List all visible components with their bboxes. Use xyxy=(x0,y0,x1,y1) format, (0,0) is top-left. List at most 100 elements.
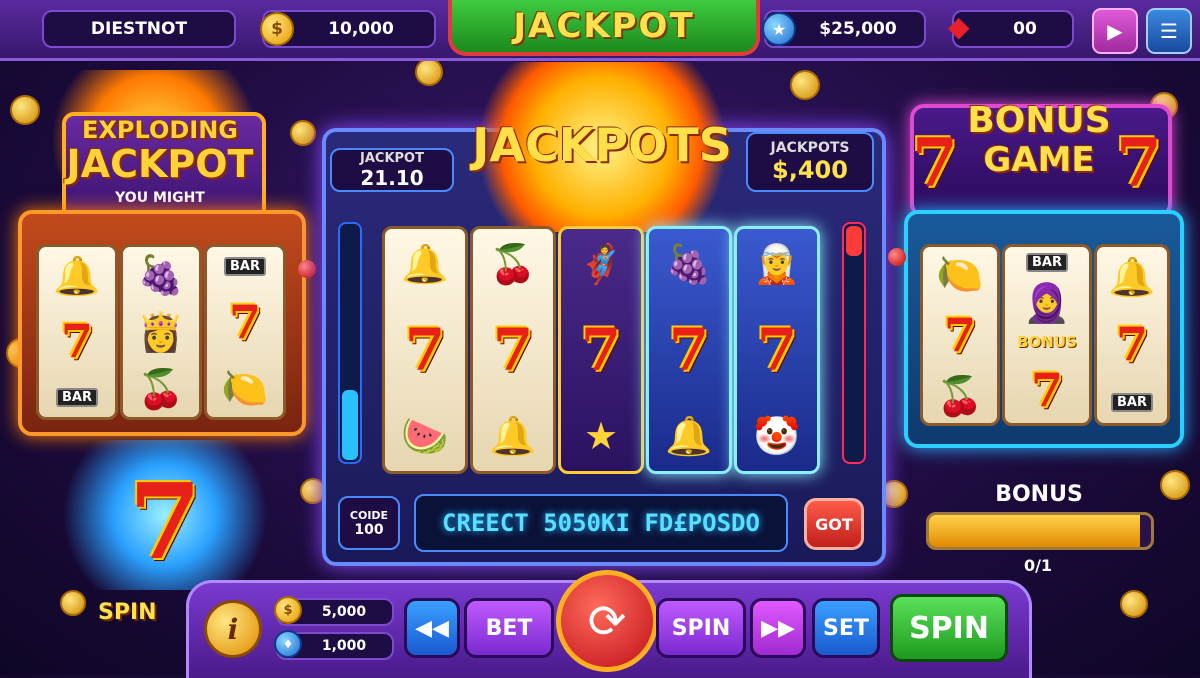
seven-symbol-left: 7 xyxy=(912,124,958,202)
seven-symbol: 7 xyxy=(580,315,622,384)
center-reel-5: 🧝 7 🤡 xyxy=(734,226,820,474)
spin-label-left: SPIN xyxy=(98,600,157,625)
meter-label: JACKPOTS xyxy=(770,140,850,156)
lemon-icon: 🍋 xyxy=(221,366,269,411)
info-icon: i xyxy=(227,612,239,646)
right-meter-fill xyxy=(846,226,862,256)
bell-icon: 🔔 xyxy=(489,413,537,458)
prize-value: $25,000 xyxy=(819,19,897,39)
menu-button[interactable]: ☰ xyxy=(1146,8,1192,54)
gold-coin-icon xyxy=(790,70,820,100)
seven-symbol: 7 xyxy=(756,315,798,384)
cherries-icon: 🍒 xyxy=(489,242,537,287)
left-reel-2: 🍇 👸 🍒 xyxy=(120,244,202,420)
gold-coin-icon xyxy=(60,590,86,616)
video-camera-icon: ▶ xyxy=(1107,19,1123,43)
right-reel-1: 🍋 7 🍒 xyxy=(920,244,1000,426)
you-might-text: YOU MIGHT xyxy=(115,190,205,206)
spin-small-label: SPIN xyxy=(671,615,731,641)
left-jackpot-meter: JACKPOT 21.10 xyxy=(330,148,454,192)
bonus-label: BONUS xyxy=(995,482,1083,507)
jackpot-banner: JACKPOT xyxy=(448,0,760,56)
seven-symbol: 7 xyxy=(943,307,976,362)
seven-symbol: 7 xyxy=(60,314,93,369)
code-value: 100 xyxy=(354,521,384,538)
spin-button[interactable]: SPIN xyxy=(890,594,1008,662)
seven-symbol: 7 xyxy=(492,315,534,384)
right-jackpot-meter: JACKPOTS $,400 xyxy=(746,132,874,192)
bet-amount: 5,000 xyxy=(321,604,367,620)
set-button[interactable]: SET xyxy=(812,598,880,658)
coin-balance: 10,000 xyxy=(328,19,394,39)
bonus-title: BONUS xyxy=(967,100,1111,141)
right-side-meter xyxy=(842,222,866,464)
got-button[interactable]: GOT xyxy=(804,498,864,550)
center-reel-1: 🔔 7 🍉 xyxy=(382,226,468,474)
set-label: SET xyxy=(823,615,869,641)
gem-icon: ◆ xyxy=(948,10,970,43)
gold-coin-icon xyxy=(415,58,443,86)
left-reel-3: BAR 7 🍋 xyxy=(204,244,286,420)
player-name: DIESTNOT xyxy=(90,19,188,39)
token-icon: ♦ xyxy=(274,630,302,658)
marquee-text: CREECT 5050KI FD£POSDO xyxy=(442,509,760,537)
big-seven: 7 xyxy=(128,460,202,583)
left-meter-fill xyxy=(342,390,358,460)
bet-button[interactable]: BET xyxy=(464,598,554,658)
cherries-icon: 🍒 xyxy=(936,374,984,419)
gem-count: 00 xyxy=(1013,19,1037,39)
watermelon-icon: 🍉 xyxy=(401,413,449,458)
lemon-icon: 🍋 xyxy=(936,251,984,296)
video-button[interactable]: ▶ xyxy=(1092,8,1138,54)
auto-spin-button[interactable]: ⟳ xyxy=(556,570,658,672)
star-icon: ★ xyxy=(762,12,796,46)
bonus-progress-fill xyxy=(929,515,1140,547)
right-reel-3: 🔔 7 BAR xyxy=(1094,244,1170,426)
jester-character-icon: 🤡 xyxy=(753,413,801,458)
seven-symbol: 7 xyxy=(1115,317,1148,372)
character-icon: 👸 xyxy=(137,309,185,354)
grapes-icon: 🍇 xyxy=(665,242,713,287)
seven-symbol-right: 7 xyxy=(1116,124,1162,202)
gems-pill: ◆ 00 xyxy=(948,10,1074,48)
seven-symbol: 7 xyxy=(668,315,710,384)
game-title: GAME xyxy=(983,140,1095,180)
gold-coin-icon xyxy=(290,120,316,146)
sorceress-character-icon: 🧝 xyxy=(753,242,801,287)
bell-icon: 🔔 xyxy=(1108,254,1156,299)
bet-label: BET xyxy=(485,615,533,641)
spin-small-button[interactable]: SPIN xyxy=(656,598,746,658)
fast-forward-button[interactable]: ▶▶ xyxy=(750,598,806,658)
fast-forward-icon: ▶▶ xyxy=(761,615,795,641)
bar-symbol: BAR xyxy=(56,388,98,408)
prize-pill: ★ $25,000 xyxy=(762,10,926,48)
lever-knob[interactable] xyxy=(298,260,316,278)
seven-symbol: 7 xyxy=(228,295,261,350)
bonus-progress-bar xyxy=(926,512,1154,550)
info-button[interactable]: i xyxy=(204,600,262,658)
grapes-icon: 🍇 xyxy=(137,253,185,298)
gold-coin-icon xyxy=(1160,470,1190,500)
bell-icon: 🔔 xyxy=(665,413,713,458)
warrior-character-icon: 🦸 xyxy=(577,242,625,287)
bar-symbol: BAR xyxy=(1111,393,1153,413)
lines-amount: 1,000 xyxy=(321,638,367,654)
bell-icon: 🔔 xyxy=(53,253,101,298)
meter-value: 21.10 xyxy=(360,165,424,190)
meter-value: $,400 xyxy=(772,156,848,184)
star-gem-icon: ★ xyxy=(583,413,619,458)
cherries-icon: 🍒 xyxy=(137,366,185,411)
rewind-button[interactable]: ◀◀ xyxy=(404,598,460,658)
character-icon: 🧕 xyxy=(1023,280,1071,325)
seven-symbol: 7 xyxy=(1030,363,1063,418)
seven-symbol: 7 xyxy=(404,315,446,384)
right-reel-2: BAR 🧕 BONUS 7 xyxy=(1002,244,1092,426)
lines-amount-pill: ♦ 1,000 xyxy=(274,630,394,660)
player-name-pill: DIESTNOT xyxy=(42,10,236,48)
hamburger-icon: ☰ xyxy=(1160,19,1178,43)
center-reel-2: 🍒 7 🔔 xyxy=(470,226,556,474)
got-label: GOT xyxy=(815,514,853,534)
rewind-icon: ◀◀ xyxy=(415,615,449,641)
code-label: COIDE xyxy=(349,508,389,522)
lever-knob[interactable] xyxy=(888,248,906,266)
